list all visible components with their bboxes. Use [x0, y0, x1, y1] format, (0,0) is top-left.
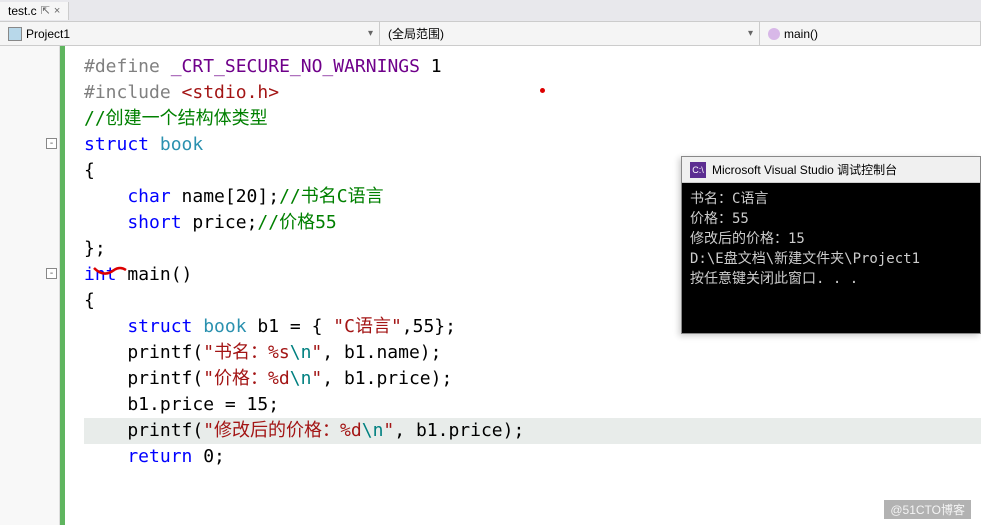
out: 书名：C语言 — [690, 189, 972, 209]
console-title-bar[interactable]: C:\ Microsoft Visual Studio 调试控制台 — [682, 157, 980, 183]
file-tab-label: test.c — [8, 4, 37, 18]
t: //创建一个结构体类型 — [84, 108, 268, 129]
console-title: Microsoft Visual Studio 调试控制台 — [712, 161, 897, 178]
t: , b1.name); — [322, 342, 441, 363]
red-underline-annotation — [92, 264, 128, 278]
t: return — [84, 446, 192, 467]
t: \n — [290, 368, 312, 389]
red-dot-annotation — [540, 88, 545, 93]
t: book — [192, 316, 246, 337]
file-tab-testc[interactable]: test.c ⇱ × — [0, 2, 69, 20]
t: struct — [84, 316, 192, 337]
project-icon — [8, 27, 22, 41]
t: \n — [290, 342, 312, 363]
outline-collapse-main[interactable]: - — [46, 268, 57, 279]
t: ,55}; — [402, 316, 456, 337]
t: short — [84, 212, 182, 233]
t: , b1.price); — [322, 368, 452, 389]
t: price; — [182, 212, 258, 233]
chevron-down-icon: ▾ — [368, 28, 373, 39]
t: printf( — [84, 420, 203, 441]
t: printf( — [84, 368, 203, 389]
console-output: 书名：C语言价格：55修改后的价格：15D:\E盘文档\新建文件夹\Projec… — [682, 183, 980, 333]
t: <stdio.h> — [182, 82, 280, 103]
close-icon[interactable]: × — [54, 5, 60, 17]
t: "C语言" — [333, 316, 402, 337]
out: D:\E盘文档\新建文件夹\Project1 — [690, 249, 972, 269]
t: 0; — [192, 446, 225, 467]
out: 价格：55 — [690, 209, 972, 229]
member-label: main() — [784, 27, 818, 41]
out: 修改后的价格：15 — [690, 229, 972, 249]
function-icon — [768, 28, 780, 40]
console-icon: C:\ — [690, 162, 706, 178]
out: 按任意键关闭此窗口. . . — [690, 269, 972, 289]
scope-label: (全局范围) — [388, 25, 444, 42]
t: " — [383, 420, 394, 441]
scope-dropdown[interactable]: (全局范围) ▾ — [380, 22, 760, 45]
t: book — [149, 134, 203, 155]
t: b1 = { — [247, 316, 334, 337]
t: }; — [84, 238, 106, 259]
t: { — [84, 160, 95, 181]
t: "书名：%s — [203, 342, 290, 363]
t: //书名C语言 — [279, 186, 384, 207]
file-tab-bar: test.c ⇱ × — [0, 0, 981, 22]
t: \n — [362, 420, 384, 441]
watermark: @51CTO博客 — [884, 500, 971, 519]
t: " — [311, 368, 322, 389]
t: char — [84, 186, 171, 207]
t: , b1.price); — [394, 420, 524, 441]
t: _CRT_SECURE_NO_WARNINGS — [171, 56, 420, 77]
project-name: Project1 — [26, 27, 70, 41]
t: struct — [84, 134, 149, 155]
outline-collapse-struct[interactable]: - — [46, 138, 57, 149]
t: "价格：%d — [203, 368, 290, 389]
t: " — [311, 342, 322, 363]
t: { — [84, 290, 95, 311]
t: #define — [84, 56, 171, 77]
member-dropdown[interactable]: main() — [760, 22, 981, 45]
t: name[20]; — [171, 186, 279, 207]
t: printf( — [84, 342, 203, 363]
t: #include — [84, 82, 182, 103]
t: //价格55 — [257, 212, 336, 233]
t: b1.price = 15; — [84, 394, 279, 415]
project-dropdown[interactable]: Project1 ▾ — [0, 22, 380, 45]
gutter: - - — [0, 46, 60, 525]
t: "修改后的价格：%d — [203, 420, 362, 441]
chevron-down-icon: ▾ — [748, 28, 753, 39]
pin-icon[interactable]: ⇱ — [41, 4, 50, 17]
debug-console-window[interactable]: C:\ Microsoft Visual Studio 调试控制台 书名：C语言… — [681, 156, 981, 334]
t: 1 — [420, 56, 442, 77]
navigation-bar: Project1 ▾ (全局范围) ▾ main() — [0, 22, 981, 46]
